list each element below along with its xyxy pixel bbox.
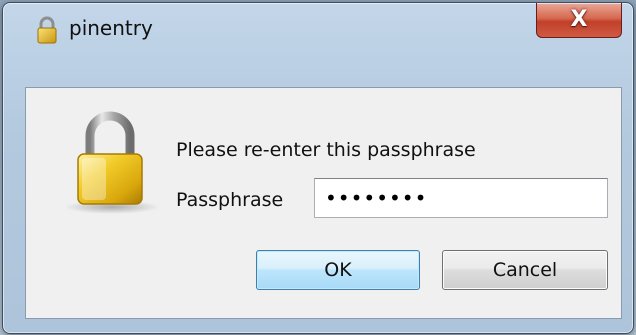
pinentry-window: pinentry X Please re-enter this passphra… [2,2,634,334]
title-bar[interactable]: pinentry X [3,3,633,51]
cancel-button[interactable]: Cancel [442,250,608,290]
padlock-icon [37,16,57,44]
close-button[interactable]: X [536,3,622,38]
passphrase-label: Passphrase [176,189,284,211]
prompt-text: Please re-enter this passphrase [176,139,476,161]
passphrase-input[interactable]: •••••••• [314,178,608,218]
close-icon: X [570,7,588,32]
ok-button[interactable]: OK [256,250,420,290]
window-title: pinentry [69,16,153,40]
passphrase-masked-value: •••••••• [325,186,428,210]
padlock-icon [77,111,143,205]
dialog-body: Please re-enter this passphrase Passphra… [25,87,622,319]
